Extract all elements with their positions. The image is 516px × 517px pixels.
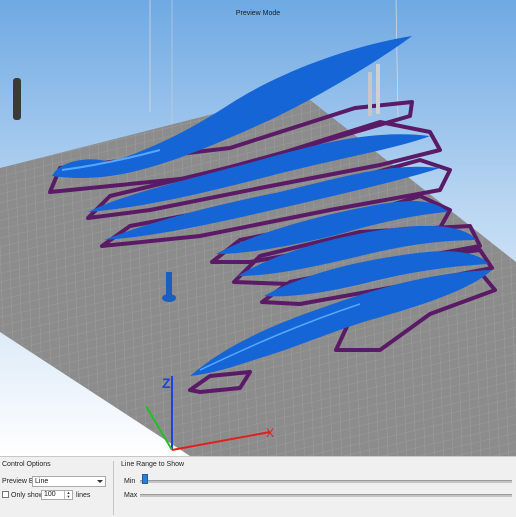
- control-options-group: Control Options Preview By Line Only sho…: [0, 457, 111, 517]
- lines-suffix-label: lines: [76, 492, 91, 499]
- chevron-down-icon: [97, 480, 103, 483]
- 3d-preview-viewport[interactable]: Z X Preview Mode: [0, 0, 516, 456]
- max-label: Max: [124, 492, 138, 499]
- preview-by-dropdown[interactable]: Line: [32, 476, 106, 487]
- only-show-label: Only show: [11, 492, 44, 499]
- lines-count-value: 100: [44, 491, 56, 498]
- panel-divider: [113, 461, 114, 515]
- z-axis-label: Z: [162, 375, 171, 391]
- scene-canvas[interactable]: Z X: [0, 0, 516, 456]
- min-label: Min: [124, 478, 136, 485]
- min-slider-track[interactable]: [140, 480, 512, 483]
- preview-mode-title: Preview Mode: [235, 10, 281, 17]
- x-axis-label: X: [266, 426, 274, 440]
- preview-by-value: Line: [35, 478, 49, 485]
- control-panel: Control Options Preview By Line Only sho…: [0, 456, 516, 517]
- min-slider-handle[interactable]: [142, 474, 148, 484]
- lines-count-stepper[interactable]: 100 ▲ ▼: [41, 490, 73, 500]
- max-slider-track[interactable]: [140, 494, 512, 497]
- control-options-title: Control Options: [2, 461, 51, 468]
- only-show-checkbox[interactable]: [2, 491, 9, 498]
- stepper-arrows-icon[interactable]: ▲ ▼: [64, 491, 72, 499]
- line-range-title: Line Range to Show: [121, 461, 185, 468]
- line-range-group: Line Range to Show Min Max: [118, 457, 516, 517]
